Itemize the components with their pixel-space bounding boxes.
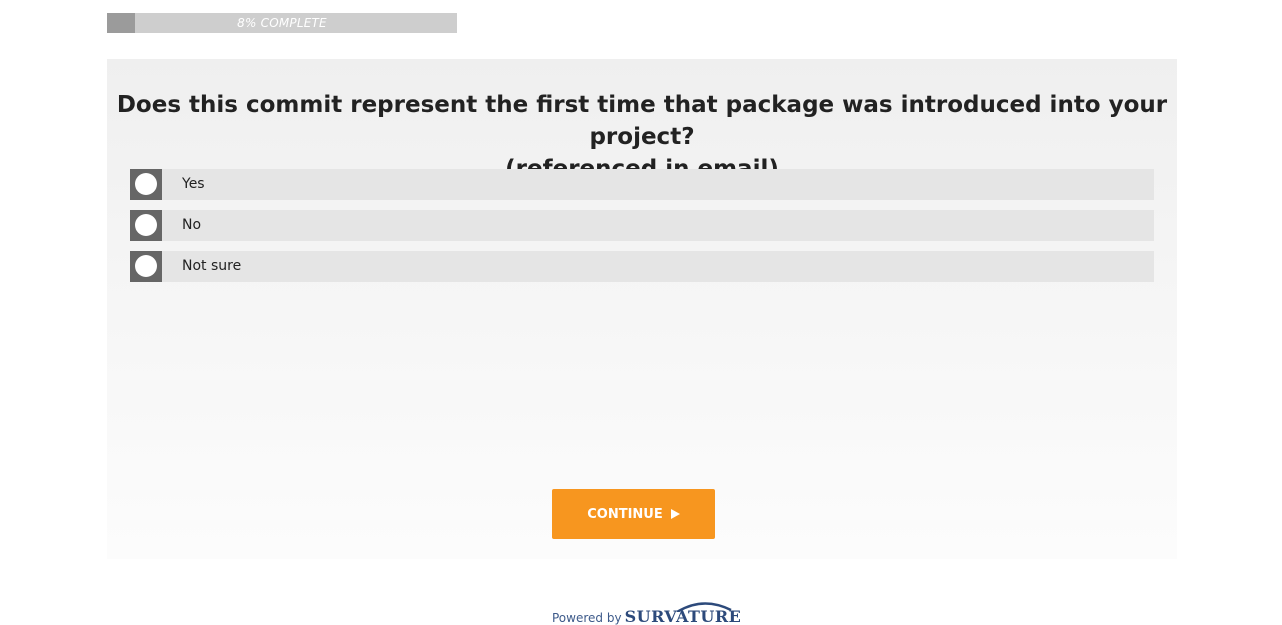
survey-page: 8% COMPLETE Does this commit represent t… bbox=[0, 0, 1282, 625]
progress-label: 8% COMPLETE bbox=[237, 16, 327, 30]
option-label: Not sure bbox=[182, 258, 242, 274]
radio-circle-icon bbox=[135, 214, 157, 236]
question-text-line-1: Does this commit represent the first tim… bbox=[116, 92, 1168, 150]
answer-options: Yes No Not sure bbox=[130, 169, 1154, 292]
continue-button-label: CONTINUE bbox=[587, 506, 663, 522]
footer: Powered by SURVATURE bbox=[552, 598, 741, 625]
radio-circle-icon bbox=[135, 173, 157, 195]
option-yes[interactable]: Yes bbox=[130, 169, 1154, 200]
powered-by-text: Powered by bbox=[552, 611, 622, 625]
survature-logo[interactable]: SURVATURE bbox=[625, 602, 742, 625]
continue-button[interactable]: CONTINUE bbox=[552, 489, 715, 539]
radio-circle-icon bbox=[135, 255, 157, 277]
radio-button[interactable] bbox=[130, 210, 162, 241]
radio-button[interactable] bbox=[130, 251, 162, 282]
option-label: No bbox=[182, 217, 202, 233]
progress-bar: 8% COMPLETE bbox=[107, 13, 457, 33]
option-not-sure[interactable]: Not sure bbox=[130, 251, 1154, 282]
question-card: Does this commit represent the first tim… bbox=[107, 59, 1177, 559]
logo-arc-icon bbox=[675, 602, 732, 612]
radio-button[interactable] bbox=[130, 169, 162, 200]
option-no[interactable]: No bbox=[130, 210, 1154, 241]
option-label: Yes bbox=[182, 176, 205, 192]
play-icon bbox=[670, 509, 680, 519]
